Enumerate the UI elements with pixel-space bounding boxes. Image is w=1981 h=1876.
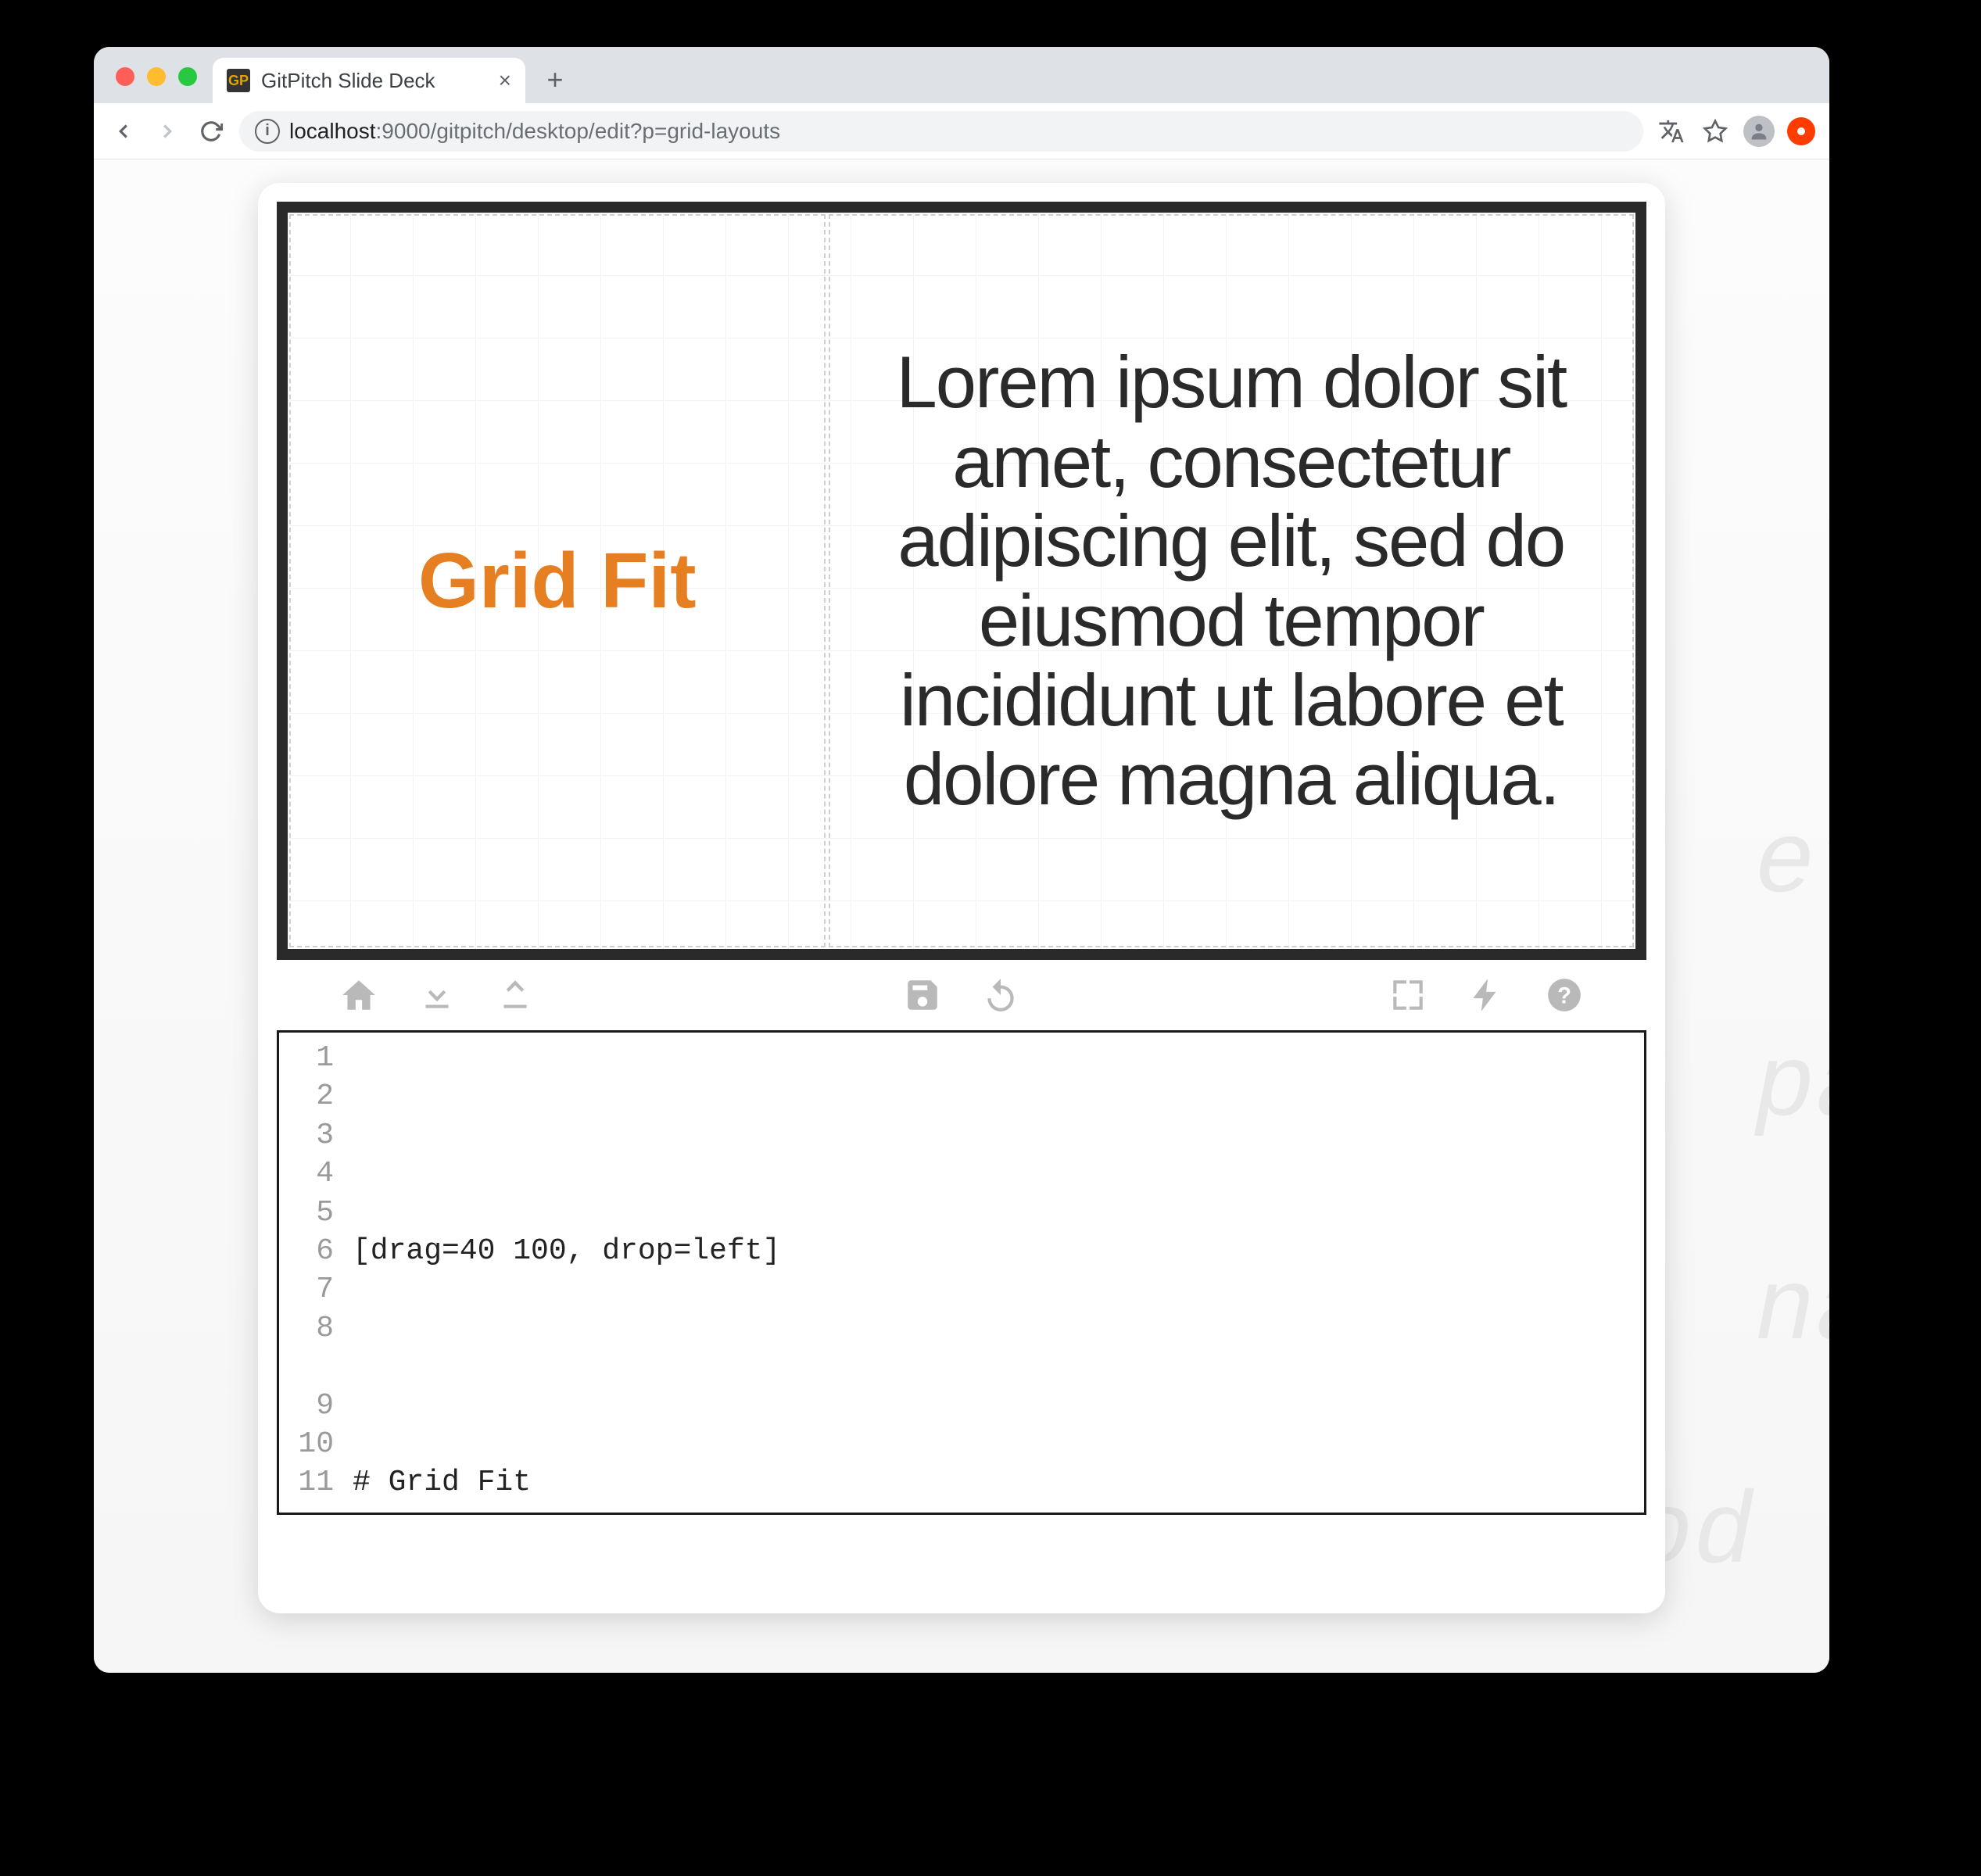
slide-left-block: Grid Fit: [288, 213, 827, 949]
browser-tab[interactable]: GP GitPitch Slide Deck ×: [213, 58, 525, 103]
window-controls: [116, 67, 197, 86]
code-content[interactable]: [drag=40 100, drop=left] # Grid Fit [dra…: [343, 1033, 1644, 1513]
browser-toolbar: i localhost:9000/gitpitch/desktop/edit?p…: [94, 103, 1829, 159]
back-button[interactable]: [108, 116, 139, 147]
slide-right-block: Lorem ipsum dolor sit amet, consectetur …: [827, 213, 1635, 949]
slide-heading: Grid Fit: [418, 536, 697, 626]
maximize-window-button[interactable]: [178, 67, 197, 86]
toolbar-group-center: [903, 976, 1020, 1015]
code-editor[interactable]: 12345 678 91011 [drag=40 100, drop=left]…: [277, 1030, 1646, 1515]
download-icon[interactable]: [417, 976, 457, 1015]
url-text: localhost:9000/gitpitch/desktop/edit?p=g…: [289, 119, 780, 144]
page-content: et pa na od ( Grid Fit Lorem ipsum dolor…: [94, 159, 1829, 1673]
home-icon[interactable]: [339, 976, 378, 1015]
bookmark-icon[interactable]: [1700, 116, 1731, 147]
minimize-window-button[interactable]: [147, 67, 166, 86]
bolt-icon[interactable]: [1467, 976, 1506, 1015]
favicon: GP: [227, 69, 250, 92]
code-line[interactable]: [353, 1579, 1635, 1617]
translate-icon[interactable]: [1656, 116, 1687, 147]
toolbar-group-left: [339, 976, 535, 1015]
profile-avatar[interactable]: [1743, 116, 1775, 147]
editor-toolbar: ?: [277, 960, 1646, 1030]
reload-button[interactable]: [195, 116, 227, 147]
address-bar[interactable]: i localhost:9000/gitpitch/desktop/edit?p…: [239, 111, 1643, 152]
slide-body-text: Lorem ipsum dolor sit amet, consectetur …: [851, 342, 1612, 818]
svg-text:?: ?: [1557, 983, 1571, 1008]
code-line[interactable]: [353, 1116, 1635, 1155]
slide-preview: Grid Fit Lorem ipsum dolor sit amet, con…: [277, 202, 1646, 960]
code-line[interactable]: [353, 1348, 1635, 1386]
line-gutter: 12345 678 91011: [279, 1033, 343, 1513]
expand-icon[interactable]: [1388, 976, 1428, 1015]
code-line[interactable]: # Grid Fit: [353, 1463, 1635, 1502]
forward-button[interactable]: [152, 116, 183, 147]
browser-window: GP GitPitch Slide Deck × + i localhost:9…: [94, 47, 1829, 1673]
help-icon[interactable]: ?: [1545, 976, 1584, 1015]
save-icon[interactable]: [903, 976, 942, 1015]
tab-title: GitPitch Slide Deck: [261, 69, 488, 93]
code-line[interactable]: [drag=40 100, drop=left]: [353, 1232, 1635, 1270]
new-tab-button[interactable]: +: [539, 64, 571, 95]
refresh-icon[interactable]: [981, 976, 1020, 1015]
toolbar-group-right: ?: [1388, 976, 1584, 1015]
close-window-button[interactable]: [116, 67, 134, 86]
tab-bar: GP GitPitch Slide Deck × +: [94, 47, 1829, 103]
extension-icon[interactable]: [1787, 117, 1815, 145]
close-tab-button[interactable]: ×: [499, 68, 511, 93]
site-info-icon[interactable]: i: [255, 119, 280, 144]
editor-card: Grid Fit Lorem ipsum dolor sit amet, con…: [258, 183, 1665, 1613]
upload-icon[interactable]: [496, 976, 535, 1015]
